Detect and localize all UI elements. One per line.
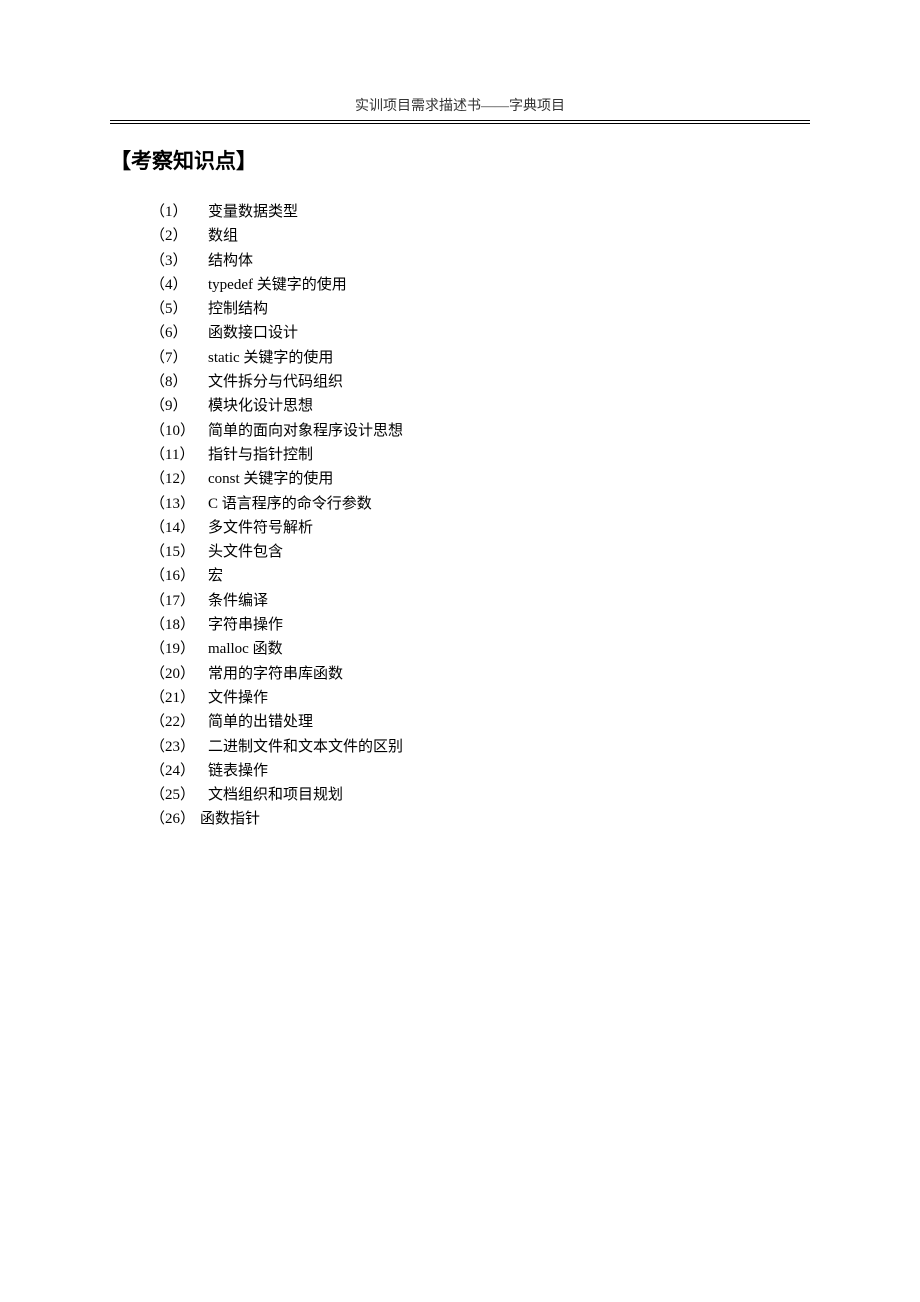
list-item: （6） 函数接口设计 bbox=[150, 321, 810, 345]
list-item: （18） 字符串操作 bbox=[150, 613, 810, 637]
list-item: （1） 变量数据类型 bbox=[150, 200, 810, 224]
list-text: 宏 bbox=[208, 564, 810, 588]
list-item: （11） 指针与指针控制 bbox=[150, 443, 810, 467]
list-item: （22） 简单的出错处理 bbox=[150, 710, 810, 734]
list-text: 变量数据类型 bbox=[208, 200, 810, 224]
list-item: （3） 结构体 bbox=[150, 249, 810, 273]
list-text: 函数接口设计 bbox=[208, 321, 810, 345]
list-num: （7） bbox=[150, 346, 208, 370]
list-item: （16） 宏 bbox=[150, 564, 810, 588]
list-item: （26） 函数指针 bbox=[150, 807, 810, 831]
list-num: （9） bbox=[150, 394, 208, 418]
list-text: 指针与指针控制 bbox=[208, 443, 810, 467]
list-item: （4） typedef 关键字的使用 bbox=[150, 273, 810, 297]
list-num: （1） bbox=[150, 200, 208, 224]
list-text: 文件操作 bbox=[208, 686, 810, 710]
list-text: const 关键字的使用 bbox=[208, 467, 810, 491]
list-num: （13） bbox=[150, 492, 208, 516]
list-item: （9） 模块化设计思想 bbox=[150, 394, 810, 418]
list-item: （17） 条件编译 bbox=[150, 589, 810, 613]
list-num: （22） bbox=[150, 710, 208, 734]
list-item: （20） 常用的字符串库函数 bbox=[150, 662, 810, 686]
list-item: （2） 数组 bbox=[150, 224, 810, 248]
list-text: 数组 bbox=[208, 224, 810, 248]
list-num: （11） bbox=[150, 443, 208, 467]
list-item: （5） 控制结构 bbox=[150, 297, 810, 321]
list-num: （14） bbox=[150, 516, 208, 540]
list-text: static 关键字的使用 bbox=[208, 346, 810, 370]
section-title: 【考察知识点】 bbox=[110, 145, 257, 175]
list-item: （8） 文件拆分与代码组织 bbox=[150, 370, 810, 394]
knowledge-list: （1） 变量数据类型 （2） 数组 （3） 结构体 （4） typedef 关键… bbox=[150, 200, 810, 832]
list-num: （18） bbox=[150, 613, 208, 637]
list-num: （16） bbox=[150, 564, 208, 588]
list-item: （7） static 关键字的使用 bbox=[150, 346, 810, 370]
list-text: 函数指针 bbox=[200, 807, 810, 831]
list-num: （21） bbox=[150, 686, 208, 710]
header-title: 实训项目需求描述书——字典项目 bbox=[355, 99, 565, 114]
list-text: 结构体 bbox=[208, 249, 810, 273]
list-item: （25） 文档组织和项目规划 bbox=[150, 783, 810, 807]
list-num: （12） bbox=[150, 467, 208, 491]
list-num: （17） bbox=[150, 589, 208, 613]
header-divider bbox=[110, 120, 810, 124]
list-text: 文件拆分与代码组织 bbox=[208, 370, 810, 394]
list-num: （2） bbox=[150, 224, 208, 248]
list-item: （10） 简单的面向对象程序设计思想 bbox=[150, 419, 810, 443]
list-item: （19） malloc 函数 bbox=[150, 637, 810, 661]
list-item: （24） 链表操作 bbox=[150, 759, 810, 783]
list-num: （10） bbox=[150, 419, 208, 443]
list-text: 模块化设计思想 bbox=[208, 394, 810, 418]
list-item: （15） 头文件包含 bbox=[150, 540, 810, 564]
list-text: 字符串操作 bbox=[208, 613, 810, 637]
list-num: （20） bbox=[150, 662, 208, 686]
list-text: 多文件符号解析 bbox=[208, 516, 810, 540]
list-num: （25） bbox=[150, 783, 208, 807]
list-text: 头文件包含 bbox=[208, 540, 810, 564]
list-text: 二进制文件和文本文件的区别 bbox=[208, 735, 810, 759]
page-header: 实训项目需求描述书——字典项目 bbox=[0, 95, 920, 115]
list-text: 简单的出错处理 bbox=[208, 710, 810, 734]
list-text: malloc 函数 bbox=[208, 637, 810, 661]
list-text: 文档组织和项目规划 bbox=[208, 783, 810, 807]
list-text: 链表操作 bbox=[208, 759, 810, 783]
list-item: （13） C 语言程序的命令行参数 bbox=[150, 492, 810, 516]
list-text: 简单的面向对象程序设计思想 bbox=[208, 419, 810, 443]
list-item: （23） 二进制文件和文本文件的区别 bbox=[150, 735, 810, 759]
list-num: （5） bbox=[150, 297, 208, 321]
list-text: 条件编译 bbox=[208, 589, 810, 613]
list-text: C 语言程序的命令行参数 bbox=[208, 492, 810, 516]
list-num: （3） bbox=[150, 249, 208, 273]
list-num: （4） bbox=[150, 273, 208, 297]
list-text: 常用的字符串库函数 bbox=[208, 662, 810, 686]
list-num: （8） bbox=[150, 370, 208, 394]
list-num: （24） bbox=[150, 759, 208, 783]
list-item: （14） 多文件符号解析 bbox=[150, 516, 810, 540]
list-text: typedef 关键字的使用 bbox=[208, 273, 810, 297]
list-item: （12） const 关键字的使用 bbox=[150, 467, 810, 491]
list-num: （23） bbox=[150, 735, 208, 759]
list-num: （19） bbox=[150, 637, 208, 661]
list-item: （21） 文件操作 bbox=[150, 686, 810, 710]
list-num: （26） bbox=[150, 807, 200, 831]
list-num: （6） bbox=[150, 321, 208, 345]
list-text: 控制结构 bbox=[208, 297, 810, 321]
list-num: （15） bbox=[150, 540, 208, 564]
